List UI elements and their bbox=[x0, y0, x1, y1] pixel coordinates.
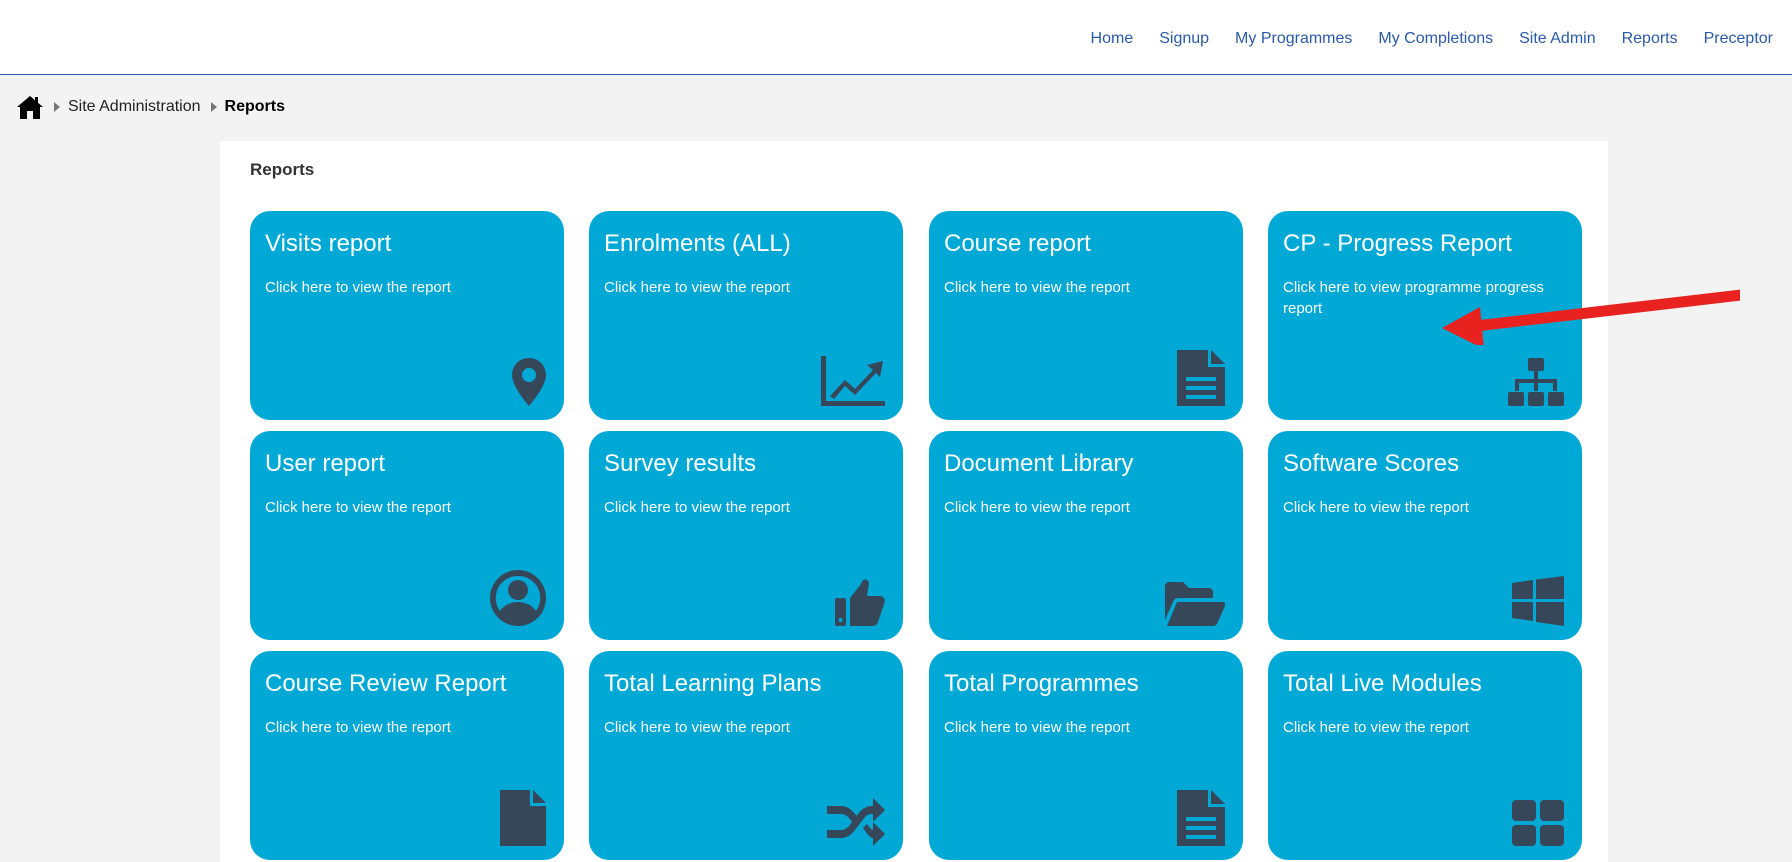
folder-open-icon bbox=[1161, 564, 1225, 626]
tile-visits-report[interactable]: Visits report Click here to view the rep… bbox=[250, 211, 564, 420]
tile-title: User report bbox=[265, 450, 386, 477]
tile-title: Total Programmes bbox=[944, 670, 1139, 697]
tile-title: CP - Progress Report bbox=[1283, 230, 1512, 257]
tile-description: Click here to view the report bbox=[604, 719, 790, 736]
thumbs-up-icon bbox=[821, 564, 885, 626]
home-icon[interactable] bbox=[16, 94, 44, 120]
tile-title: Survey results bbox=[604, 450, 757, 477]
breadcrumb: Site Administration Reports bbox=[16, 93, 285, 121]
nav-my-completions[interactable]: My Completions bbox=[1378, 30, 1493, 48]
tile-description: Click here to view the report bbox=[604, 279, 790, 296]
panel-title: Reports bbox=[250, 160, 315, 179]
map-marker-icon bbox=[482, 344, 546, 406]
tile-total-programmes[interactable]: Total Programmes Click here to view the … bbox=[929, 651, 1243, 860]
breadcrumb-separator-icon bbox=[54, 102, 60, 112]
sitemap-icon bbox=[1500, 344, 1564, 406]
tile-title: Software Scores bbox=[1283, 450, 1460, 477]
grid-icon bbox=[1500, 784, 1564, 846]
tile-total-learning-plans[interactable]: Total Learning Plans Click here to view … bbox=[589, 651, 903, 860]
tile-title: Course Review Report bbox=[265, 670, 507, 697]
file-icon bbox=[482, 784, 546, 846]
nav-preceptor[interactable]: Preceptor bbox=[1704, 30, 1773, 48]
windows-icon bbox=[1500, 564, 1564, 626]
line-chart-icon bbox=[821, 344, 885, 406]
tile-survey-results[interactable]: Survey results Click here to view the re… bbox=[589, 431, 903, 640]
tile-total-live-modules[interactable]: Total Live Modules Click here to view th… bbox=[1268, 651, 1582, 860]
tile-description: Click here to view the report bbox=[265, 499, 451, 516]
breadcrumb-site-administration[interactable]: Site Administration bbox=[68, 98, 201, 116]
tile-title: Total Learning Plans bbox=[604, 670, 822, 697]
document-icon bbox=[1161, 784, 1225, 846]
tile-description: Click here to view the report bbox=[1283, 719, 1469, 736]
tile-description: Click here to view the report bbox=[944, 719, 1130, 736]
tile-title: Document Library bbox=[944, 450, 1134, 477]
document-icon bbox=[1161, 344, 1225, 406]
tile-description: Click here to view the report bbox=[944, 279, 1130, 296]
nav-reports[interactable]: Reports bbox=[1622, 30, 1678, 48]
nav-signup[interactable]: Signup bbox=[1159, 30, 1209, 48]
tile-software-scores[interactable]: Software Scores Click here to view the r… bbox=[1268, 431, 1582, 640]
tile-enrolments-all[interactable]: Enrolments (ALL) Click here to view the … bbox=[589, 211, 903, 420]
breadcrumb-reports: Reports bbox=[224, 98, 285, 115]
user-circle-icon bbox=[482, 564, 546, 626]
nav-site-admin[interactable]: Site Admin bbox=[1519, 30, 1595, 48]
top-navbar: Home Signup My Programmes My Completions… bbox=[0, 0, 1792, 75]
tile-description: Click here to view programme progress re… bbox=[1283, 279, 1544, 317]
tile-description: Click here to view the report bbox=[265, 719, 451, 736]
tile-title: Enrolments (ALL) bbox=[604, 230, 791, 257]
tile-course-review-report[interactable]: Course Review Report Click here to view … bbox=[250, 651, 564, 860]
tile-course-report[interactable]: Course report Click here to view the rep… bbox=[929, 211, 1243, 420]
tile-description: Click here to view the report bbox=[604, 499, 790, 516]
tile-description: Click here to view the report bbox=[1283, 499, 1469, 516]
reports-panel: Reports Visits report Click here to view… bbox=[220, 141, 1608, 862]
tile-description: Click here to view the report bbox=[265, 279, 451, 296]
tile-title: Total Live Modules bbox=[1283, 670, 1482, 697]
nav-home[interactable]: Home bbox=[1091, 30, 1134, 48]
shuffle-icon bbox=[821, 784, 885, 846]
tile-title: Visits report bbox=[265, 230, 392, 257]
tile-title: Course report bbox=[944, 230, 1091, 257]
tile-user-report[interactable]: User report Click here to view the repor… bbox=[250, 431, 564, 640]
nav-my-programmes[interactable]: My Programmes bbox=[1235, 30, 1352, 48]
main-nav: Home Signup My Programmes My Completions… bbox=[1091, 30, 1773, 48]
tile-cp-progress-report[interactable]: CP - Progress Report Click here to view … bbox=[1268, 211, 1582, 420]
tile-document-library[interactable]: Document Library Click here to view the … bbox=[929, 431, 1243, 640]
tile-description: Click here to view the report bbox=[944, 499, 1130, 516]
breadcrumb-separator-icon bbox=[210, 102, 217, 112]
